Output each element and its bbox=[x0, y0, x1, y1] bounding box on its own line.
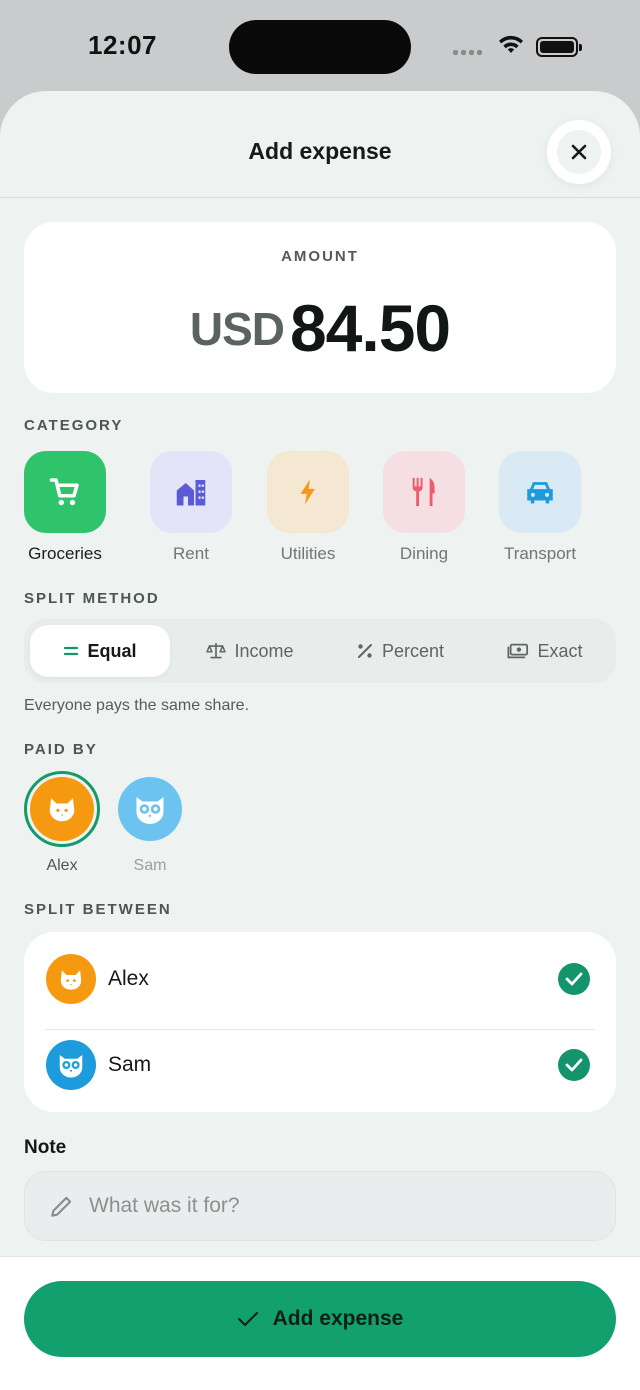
paid-by-list: Alex Sam bbox=[24, 771, 224, 881]
avatar-ring bbox=[24, 771, 100, 847]
category-name: Transport bbox=[503, 544, 577, 563]
cash-icon bbox=[507, 643, 529, 659]
equals-icon bbox=[64, 646, 79, 656]
avatar-ring bbox=[112, 771, 188, 847]
payer-sam[interactable]: Sam bbox=[112, 771, 188, 875]
category-name: Utilities bbox=[280, 544, 336, 563]
split-method-label-text: Equal bbox=[87, 640, 137, 661]
owl-icon bbox=[136, 797, 164, 824]
status-bar: 12:07 bbox=[0, 0, 640, 92]
amount-display: USD84.50 bbox=[24, 290, 616, 366]
member-row-sam[interactable]: Sam bbox=[46, 1022, 594, 1108]
split-between-list: Alex Sam bbox=[24, 932, 616, 1112]
category-name: Groceries bbox=[28, 544, 102, 563]
footer-bar: Add expense bbox=[0, 1256, 640, 1390]
wifi-icon bbox=[499, 35, 523, 53]
add-expense-button[interactable]: Add expense bbox=[24, 1281, 616, 1357]
note-input[interactable] bbox=[89, 1194, 569, 1218]
add-expense-sheet: Add expense AMOUNT USD84.50 CATEGORY Gro bbox=[0, 91, 640, 1390]
checkmark-icon bbox=[565, 1058, 583, 1072]
category-dining[interactable]: Dining bbox=[369, 451, 479, 564]
paid-by-label: PAID BY bbox=[24, 741, 98, 758]
split-method-equal[interactable]: Equal bbox=[30, 625, 170, 677]
cart-icon bbox=[49, 478, 79, 506]
avatar bbox=[30, 777, 94, 841]
note-field[interactable] bbox=[24, 1171, 616, 1241]
checkmark-icon bbox=[237, 1312, 258, 1326]
category-label: CATEGORY bbox=[24, 417, 124, 434]
avatar bbox=[46, 1040, 96, 1090]
payer-name: Alex bbox=[46, 857, 78, 874]
car-icon bbox=[527, 482, 553, 504]
amount-currency: USD bbox=[189, 303, 285, 355]
battery-icon bbox=[536, 37, 582, 57]
note-label: Note bbox=[24, 1137, 67, 1158]
category-utilities[interactable]: Utilities bbox=[253, 451, 363, 564]
split-between-label: SPLIT BETWEEN bbox=[24, 901, 172, 918]
cat-icon bbox=[60, 969, 82, 990]
split-method-hint: Everyone pays the same share. bbox=[24, 697, 250, 714]
category-name: Dining bbox=[399, 544, 449, 563]
category-list: Groceries Rent Utilities Dining Transpor… bbox=[24, 451, 616, 571]
checkmark-icon bbox=[565, 972, 583, 986]
percent-icon bbox=[357, 644, 372, 658]
category-name: Rent bbox=[173, 544, 209, 563]
category-tile bbox=[24, 451, 106, 533]
member-name: Alex bbox=[108, 967, 149, 990]
split-method-control: Equal Income Percent Exact bbox=[24, 619, 616, 683]
category-tile bbox=[150, 451, 232, 533]
category-tile bbox=[383, 451, 465, 533]
member-checkbox[interactable] bbox=[558, 963, 590, 995]
owl-icon bbox=[59, 1055, 83, 1078]
split-method-exact[interactable]: Exact bbox=[480, 625, 610, 677]
scale-icon bbox=[206, 642, 227, 659]
split-method-label: SPLIT METHOD bbox=[24, 590, 160, 607]
utensils-icon bbox=[412, 477, 435, 507]
amount-label: AMOUNT bbox=[281, 248, 359, 265]
sheet-header: Add expense bbox=[0, 91, 640, 198]
avatar bbox=[46, 954, 96, 1004]
member-row-alex[interactable]: Alex bbox=[46, 936, 594, 1022]
amount-value: 84.50 bbox=[289, 291, 451, 365]
building-icon bbox=[176, 480, 206, 506]
split-method-label-text: Exact bbox=[537, 640, 583, 661]
member-checkbox[interactable] bbox=[558, 1049, 590, 1081]
member-divider bbox=[46, 1029, 594, 1030]
avatar bbox=[118, 777, 182, 841]
category-tile bbox=[267, 451, 349, 533]
amount-card[interactable]: AMOUNT USD84.50 bbox=[24, 222, 616, 393]
member-name: Sam bbox=[108, 1053, 152, 1076]
close-button[interactable] bbox=[547, 120, 611, 184]
split-method-percent[interactable]: Percent bbox=[330, 625, 470, 677]
sheet-title: Add expense bbox=[248, 138, 392, 164]
add-expense-button-label: Add expense bbox=[272, 1307, 404, 1330]
pencil-icon bbox=[51, 1196, 72, 1217]
split-method-income[interactable]: Income bbox=[180, 625, 320, 677]
category-tile bbox=[499, 451, 581, 533]
payer-alex[interactable]: Alex bbox=[24, 771, 100, 875]
category-groceries[interactable]: Groceries bbox=[10, 451, 120, 564]
dynamic-island bbox=[229, 20, 411, 74]
category-rent[interactable]: Rent bbox=[136, 451, 246, 564]
split-method-label-text: Percent bbox=[381, 640, 445, 661]
payer-name: Sam bbox=[133, 857, 167, 874]
close-icon bbox=[571, 144, 587, 160]
signal-icon bbox=[453, 50, 482, 55]
bolt-icon bbox=[300, 479, 315, 505]
cat-icon bbox=[49, 798, 75, 822]
category-transport[interactable]: Transport bbox=[485, 451, 595, 564]
split-method-label-text: Income bbox=[234, 640, 294, 661]
status-time: 12:07 bbox=[88, 30, 157, 60]
